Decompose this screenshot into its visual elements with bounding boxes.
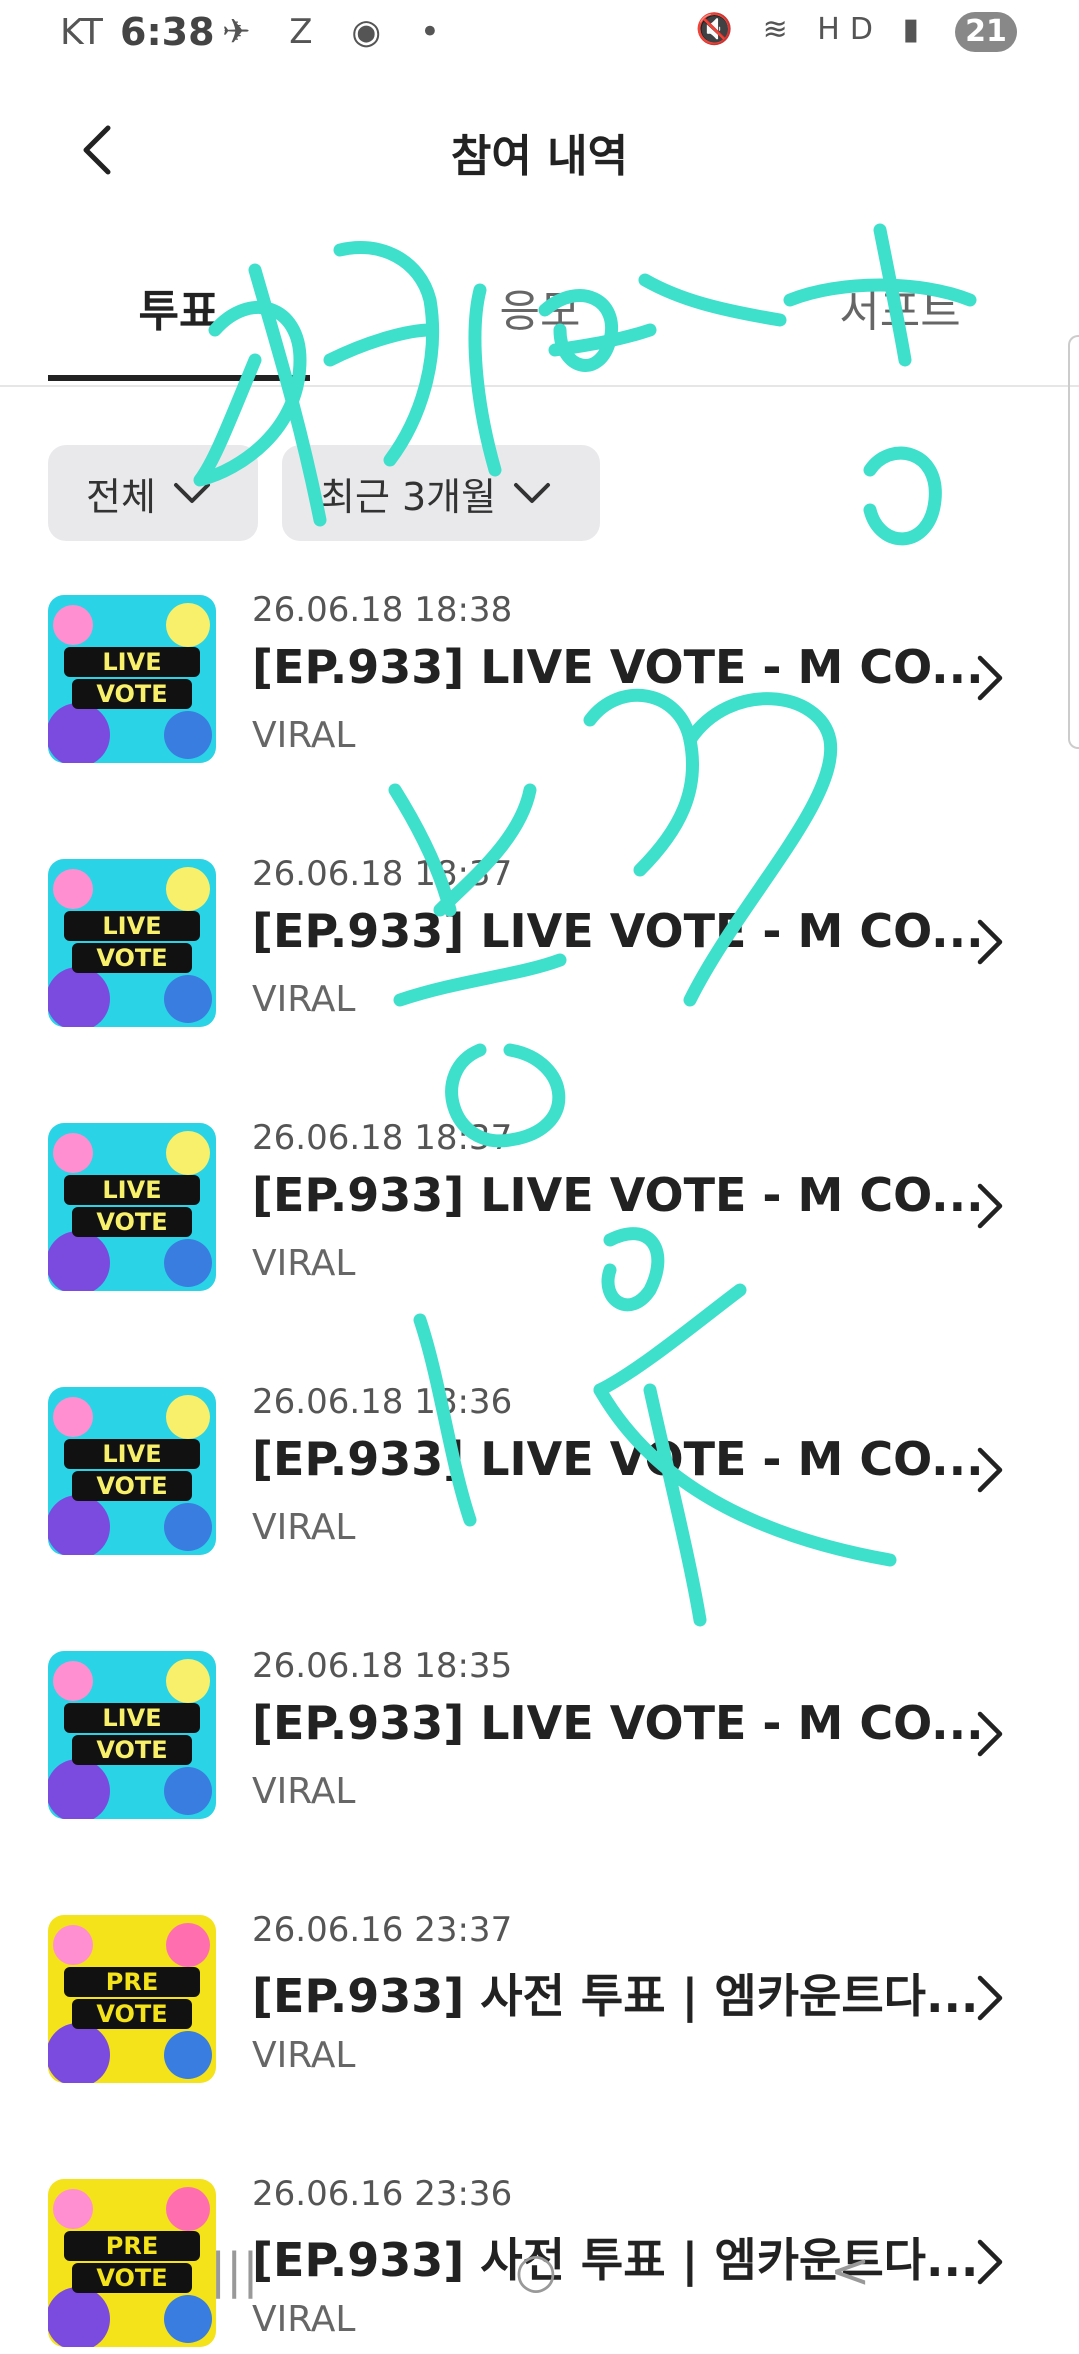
svg-text:LIVE: LIVE bbox=[102, 912, 161, 940]
svg-text:LIVE: LIVE bbox=[102, 1704, 161, 1732]
item-date: 26.06.18 18:38 bbox=[252, 590, 513, 630]
list-item[interactable]: LIVE VOTE 26.06.18 18:35 [EP.933] LIVE V… bbox=[0, 1646, 1079, 1826]
item-category: VIRAL bbox=[252, 979, 356, 1020]
svg-text:LIVE: LIVE bbox=[102, 1440, 161, 1468]
item-category: VIRAL bbox=[252, 2035, 356, 2076]
item-title: [EP.933] 사전 투표 | 엠카운트다... bbox=[252, 1969, 979, 2023]
item-date: 26.06.16 23:36 bbox=[252, 2174, 513, 2214]
active-tab-indicator bbox=[48, 375, 310, 381]
list-item[interactable]: LIVE VOTE 26.06.18 18:38 [EP.933] LIVE V… bbox=[0, 590, 1079, 770]
item-title: [EP.933] LIVE VOTE - M CO... bbox=[252, 904, 984, 958]
item-category: VIRAL bbox=[252, 715, 356, 756]
vote-thumbnail: LIVE VOTE bbox=[48, 1651, 216, 1819]
recents-button[interactable]: ||| bbox=[210, 2243, 259, 2299]
tab-vote[interactable]: 투표 bbox=[48, 275, 310, 339]
item-title: [EP.933] LIVE VOTE - M CO... bbox=[252, 1168, 984, 1222]
item-title: [EP.933] LIVE VOTE - M CO... bbox=[252, 1696, 984, 1750]
filter-all-dropdown[interactable]: 전체 bbox=[48, 445, 258, 541]
item-date: 26.06.18 18:37 bbox=[252, 854, 513, 894]
filter-period-label: 최근 3개월 bbox=[320, 474, 497, 519]
svg-text:VOTE: VOTE bbox=[96, 1208, 167, 1236]
list-item[interactable]: LIVE VOTE 26.06.18 18:36 [EP.933] LIVE V… bbox=[0, 1382, 1079, 1562]
chevron-right-icon bbox=[977, 1975, 1003, 2021]
tab-bar: 투표 응모 서포트 bbox=[0, 265, 1079, 387]
svg-text:VOTE: VOTE bbox=[96, 680, 167, 708]
svg-text:LIVE: LIVE bbox=[102, 648, 161, 676]
battery-indicator: 21 bbox=[955, 12, 1017, 52]
chevron-right-icon bbox=[977, 1711, 1003, 1757]
item-date: 26.06.18 18:37 bbox=[252, 1118, 513, 1158]
svg-text:VOTE: VOTE bbox=[96, 2000, 167, 2028]
item-date: 26.06.18 18:36 bbox=[252, 1382, 513, 1422]
item-date: 26.06.16 23:37 bbox=[252, 1910, 513, 1950]
item-category: VIRAL bbox=[252, 1507, 356, 1548]
vote-thumbnail: PRE VOTE bbox=[48, 1915, 216, 2083]
home-button[interactable]: ○ bbox=[515, 2243, 557, 2299]
svg-text:VOTE: VOTE bbox=[96, 1736, 167, 1764]
list-item[interactable]: LIVE VOTE 26.06.18 18:37 [EP.933] LIVE V… bbox=[0, 1118, 1079, 1298]
item-category: VIRAL bbox=[252, 1771, 356, 1812]
chevron-right-icon bbox=[977, 1447, 1003, 1493]
carrier-label: KT bbox=[60, 12, 103, 53]
svg-text:LIVE: LIVE bbox=[102, 1176, 161, 1204]
item-title: [EP.933] LIVE VOTE - M CO... bbox=[252, 640, 984, 694]
status-bar: KT 6:38 ✈ Z ◉ • 🔇 ≋ HD ▮ 21 bbox=[0, 0, 1079, 70]
list-item[interactable]: LIVE VOTE 26.06.18 18:37 [EP.933] LIVE V… bbox=[0, 854, 1079, 1034]
vote-thumbnail: LIVE VOTE bbox=[48, 595, 216, 763]
chevron-right-icon bbox=[977, 655, 1003, 701]
system-nav-bar: ||| ○ < bbox=[0, 2225, 1079, 2321]
item-date: 26.06.18 18:35 bbox=[252, 1646, 513, 1686]
nav-back-button[interactable]: < bbox=[830, 2243, 870, 2299]
tab-entry[interactable]: 응모 bbox=[440, 275, 640, 339]
vote-thumbnail: LIVE VOTE bbox=[48, 1123, 216, 1291]
svg-text:VOTE: VOTE bbox=[96, 944, 167, 972]
notification-icons: ✈ Z ◉ • bbox=[222, 12, 454, 52]
page-title: 참여 내역 bbox=[450, 131, 629, 182]
item-title: [EP.933] LIVE VOTE - M CO... bbox=[252, 1432, 984, 1486]
scroll-indicator[interactable] bbox=[1068, 335, 1079, 749]
filter-period-dropdown[interactable]: 최근 3개월 bbox=[282, 445, 600, 541]
chevron-right-icon bbox=[977, 919, 1003, 965]
app-header: 참여 내역 bbox=[0, 100, 1079, 200]
item-category: VIRAL bbox=[252, 1243, 356, 1284]
svg-text:PRE: PRE bbox=[106, 1968, 158, 1996]
chevron-down-icon bbox=[514, 483, 551, 503]
svg-text:VOTE: VOTE bbox=[96, 1472, 167, 1500]
vote-thumbnail: LIVE VOTE bbox=[48, 859, 216, 1027]
tab-support[interactable]: 서포트 bbox=[800, 275, 1000, 339]
vote-thumbnail: LIVE VOTE bbox=[48, 1387, 216, 1555]
chevron-right-icon bbox=[977, 1183, 1003, 1229]
chevron-down-icon bbox=[173, 483, 210, 503]
filter-all-label: 전체 bbox=[86, 474, 156, 519]
clock: 6:38 bbox=[120, 10, 215, 54]
list-item[interactable]: PRE VOTE 26.06.16 23:37 [EP.933] 사전 투표 |… bbox=[0, 1910, 1079, 2090]
system-icons: 🔇 ≋ HD ▮ bbox=[695, 12, 929, 47]
